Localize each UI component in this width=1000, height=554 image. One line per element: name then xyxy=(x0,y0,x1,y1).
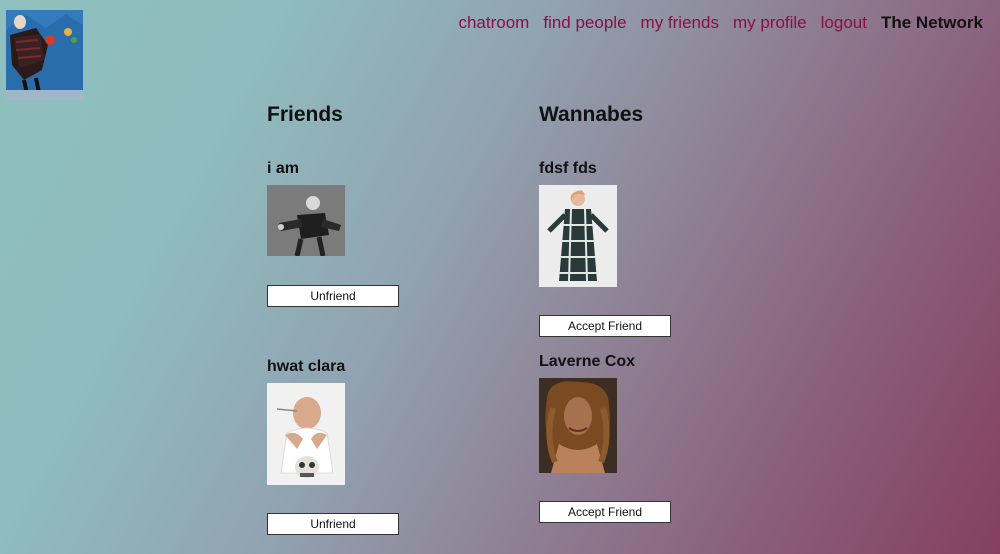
friend-photo[interactable] xyxy=(267,383,345,485)
nav-link-my-friends[interactable]: my friends xyxy=(641,13,719,33)
unfriend-button[interactable]: Unfriend xyxy=(267,285,399,307)
wannabe-name: Laverne Cox xyxy=(539,353,636,370)
nav-link-find-people[interactable]: find people xyxy=(543,13,626,33)
friend-photo[interactable] xyxy=(267,185,345,256)
friend-name: i am xyxy=(267,160,300,177)
accept-friend-button[interactable]: Accept Friend xyxy=(539,315,671,337)
wannabes-heading: Wannabes xyxy=(539,103,644,126)
wannabe-photo[interactable] xyxy=(539,185,617,287)
accept-friend-button[interactable]: Accept Friend xyxy=(539,501,671,523)
unfriend-button[interactable]: Unfriend xyxy=(267,513,399,535)
friends-heading: Friends xyxy=(267,103,343,126)
nav-link-my-profile[interactable]: my profile xyxy=(733,13,807,33)
nav-link-chatroom[interactable]: chatroom xyxy=(458,13,529,33)
brand-title: The Network xyxy=(880,13,983,32)
top-nav: chatroom find people my friends my profi… xyxy=(458,13,983,33)
wannabe-photo[interactable] xyxy=(539,378,617,473)
wannabe-name: fdsf fds xyxy=(539,160,597,177)
user-avatar[interactable] xyxy=(6,10,83,100)
nav-link-logout[interactable]: logout xyxy=(821,13,867,33)
friend-name: hwat clara xyxy=(267,358,346,375)
